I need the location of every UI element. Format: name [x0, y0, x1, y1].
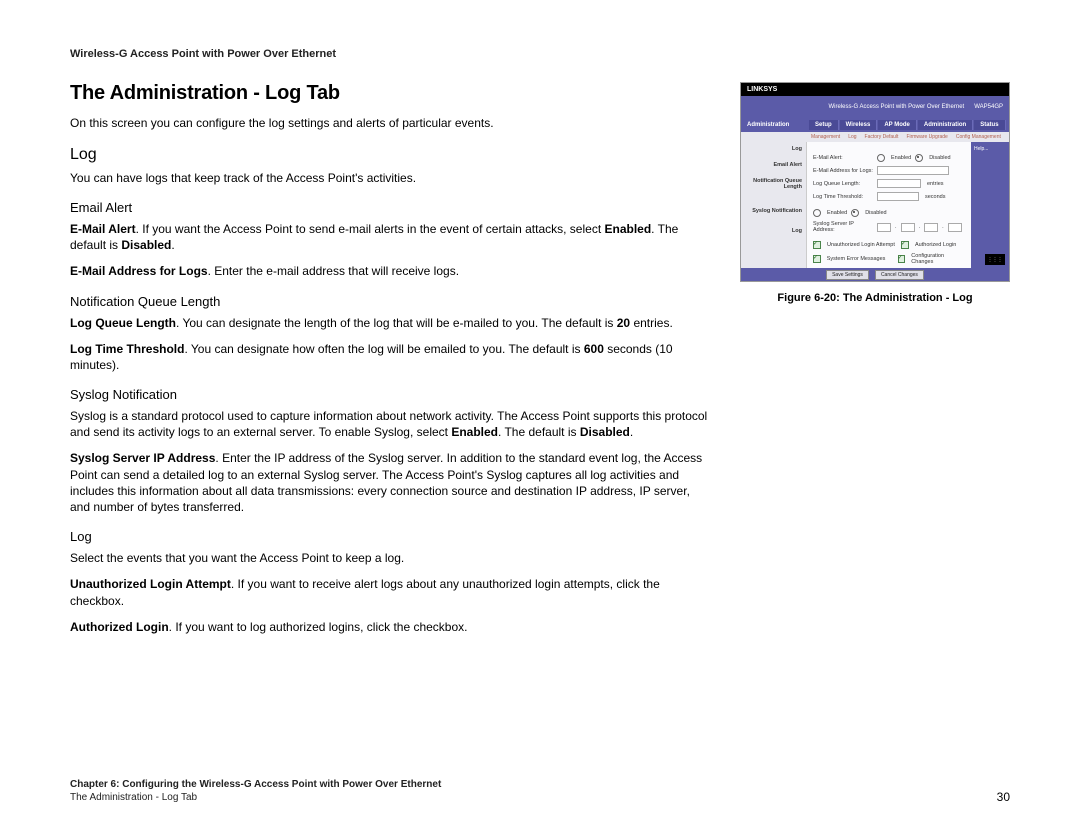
- chk-unauth-login[interactable]: [813, 241, 821, 249]
- footer-left: Chapter 6: Configuring the Wireless-G Ac…: [70, 778, 441, 804]
- side-label-syslog: Syslog Notification: [745, 208, 802, 214]
- email-enabled-radio[interactable]: [877, 154, 885, 162]
- ip-oct-2[interactable]: [901, 223, 915, 232]
- email-alert-row: E-Mail Alert: Enabled Disabled: [813, 154, 965, 162]
- subtab-firmware[interactable]: Firmware Upgrade: [906, 134, 947, 140]
- footer-chapter: Chapter 6: Configuring the Wireless-G Ac…: [70, 778, 441, 791]
- subsection-email-alert: Email Alert: [70, 200, 712, 215]
- brand-text: LINKSYS: [747, 86, 777, 93]
- syslog-enable-row: Enabled Disabled: [813, 209, 965, 217]
- figure-caption: Figure 6-20: The Administration - Log: [740, 292, 1010, 304]
- product-line: Wireless-G Access Point with Power Over …: [828, 104, 964, 110]
- screenshot: LINKSYS Wireless-G Access Point with Pow…: [740, 82, 1010, 282]
- syslog-disabled-radio[interactable]: [851, 209, 859, 217]
- log-events-p3: Authorized Login. If you want to log aut…: [70, 619, 712, 635]
- log-events-p1: Select the events that you want the Acce…: [70, 550, 712, 566]
- syslog-ip-term: Syslog Server IP Address: [70, 451, 215, 465]
- syslog-ip-label: Syslog Server IP Address:: [813, 221, 873, 233]
- intro-paragraph: On this screen you can configure the log…: [70, 115, 712, 132]
- subtab-log[interactable]: Log: [848, 134, 856, 140]
- syslog-enabled-radio[interactable]: [813, 209, 821, 217]
- page: Wireless-G Access Point with Power Over …: [0, 0, 1080, 834]
- tab-administration[interactable]: Administration: [918, 120, 973, 130]
- brand-bar: LINKSYS: [741, 83, 1009, 96]
- email-alert-p1: E-Mail Alert. If you want the Access Poi…: [70, 221, 712, 253]
- email-address-term: E-Mail Address for Logs: [70, 264, 208, 278]
- footer-section: The Administration - Log Tab: [70, 791, 441, 804]
- product-bar: Wireless-G Access Point with Power Over …: [741, 96, 1009, 118]
- settings-area: Log Email Alert Notification Queue Lengt…: [741, 142, 1009, 268]
- email-addr-row: E-Mail Address for Logs:: [813, 166, 965, 175]
- cisco-logo-icon: ⋮⋮⋮: [985, 254, 1005, 265]
- nav-section-title: Administration: [747, 122, 809, 128]
- log-queue-input[interactable]: [877, 179, 921, 188]
- model-label: WAP54GP: [974, 104, 1003, 110]
- auth-login-term: Authorized Login: [70, 620, 169, 634]
- main-text-column: The Administration - Log Tab On this scr…: [70, 82, 712, 645]
- nav-tabs: Administration Setup Wireless AP Mode Ad…: [741, 118, 1009, 132]
- nql-p1: Log Queue Length. You can designate the …: [70, 315, 712, 331]
- log-paragraph: You can have logs that keep track of the…: [70, 170, 712, 186]
- log-time-label: Log Time Threshold:: [813, 194, 873, 200]
- log-time-term: Log Time Threshold: [70, 342, 184, 356]
- nql-p2: Log Time Threshold. You can designate ho…: [70, 341, 712, 373]
- figure: LINKSYS Wireless-G Access Point with Pow…: [740, 82, 1010, 304]
- syslog-ip-row: Syslog Server IP Address: . . .: [813, 221, 965, 233]
- cancel-button[interactable]: Cancel Changes: [875, 270, 924, 280]
- log-queue-units: entries: [927, 181, 944, 187]
- log-time-row: Log Time Threshold: seconds: [813, 192, 965, 201]
- content-columns: The Administration - Log Tab On this scr…: [70, 82, 1010, 645]
- syslog-p1: Syslog is a standard protocol used to ca…: [70, 408, 712, 440]
- subtab-config-mgmt[interactable]: Config Management: [956, 134, 1001, 140]
- email-addr-input[interactable]: [877, 166, 949, 175]
- sub-nav: Management Log Factory Default Firmware …: [741, 132, 1009, 142]
- email-alert-term: E-Mail Alert: [70, 222, 136, 236]
- log-time-input[interactable]: [877, 192, 919, 201]
- chk-sys-error[interactable]: [813, 255, 821, 263]
- log-time-units: seconds: [925, 194, 946, 200]
- ip-oct-4[interactable]: [948, 223, 962, 232]
- figure-column: LINKSYS Wireless-G Access Point with Pow…: [740, 82, 1010, 645]
- save-button[interactable]: Save Settings: [826, 270, 869, 280]
- email-addr-label: E-Mail Address for Logs:: [813, 168, 873, 174]
- chk-config-changes[interactable]: [898, 255, 906, 263]
- tab-setup[interactable]: Setup: [809, 120, 839, 130]
- chk-row-2: System Error Messages Configuration Chan…: [813, 253, 965, 265]
- page-number: 30: [997, 790, 1010, 804]
- page-title: The Administration - Log Tab: [70, 82, 712, 105]
- log-queue-term: Log Queue Length: [70, 316, 176, 330]
- tab-wireless[interactable]: Wireless: [840, 120, 878, 130]
- unauth-login-term: Unauthorized Login Attempt: [70, 577, 231, 591]
- help-link[interactable]: Help...: [974, 146, 988, 152]
- side-labels: Log Email Alert Notification Queue Lengt…: [741, 142, 807, 268]
- figure-footer: Save Settings Cancel Changes: [741, 268, 1009, 282]
- side-label-email: Email Alert: [745, 162, 802, 168]
- fields-column: E-Mail Alert: Enabled Disabled E-Mail Ad…: [807, 142, 971, 268]
- side-label-nql: Notification Queue Length: [745, 178, 802, 190]
- subsection-syslog: Syslog Notification: [70, 387, 712, 402]
- tab-ap-mode[interactable]: AP Mode: [878, 120, 917, 130]
- ip-oct-1[interactable]: [877, 223, 891, 232]
- section-log: Log: [70, 146, 712, 164]
- subsection-nql: Notification Queue Length: [70, 294, 712, 309]
- email-disabled-radio[interactable]: [915, 154, 923, 162]
- help-column: Help...: [971, 142, 1009, 268]
- page-footer: Chapter 6: Configuring the Wireless-G Ac…: [70, 778, 1010, 804]
- side-label-log2: Log: [745, 228, 802, 234]
- side-label-log: Log: [745, 146, 802, 152]
- email-address-p: E-Mail Address for Logs. Enter the e-mai…: [70, 263, 712, 279]
- subtab-management[interactable]: Management: [811, 134, 840, 140]
- log-events-p2: Unauthorized Login Attempt. If you want …: [70, 576, 712, 608]
- ip-oct-3[interactable]: [924, 223, 938, 232]
- running-header: Wireless-G Access Point with Power Over …: [70, 48, 1010, 60]
- chk-row-1: Unauthorized Login Attempt Authorized Lo…: [813, 241, 965, 249]
- syslog-p2: Syslog Server IP Address. Enter the IP a…: [70, 450, 712, 515]
- log-queue-row: Log Queue Length: entries: [813, 179, 965, 188]
- tab-status[interactable]: Status: [974, 120, 1005, 130]
- log-queue-label: Log Queue Length:: [813, 181, 873, 187]
- subtab-factory-default[interactable]: Factory Default: [865, 134, 899, 140]
- subsection-log-events: Log: [70, 529, 712, 544]
- chk-auth-login[interactable]: [901, 241, 909, 249]
- email-alert-label: E-Mail Alert:: [813, 155, 873, 161]
